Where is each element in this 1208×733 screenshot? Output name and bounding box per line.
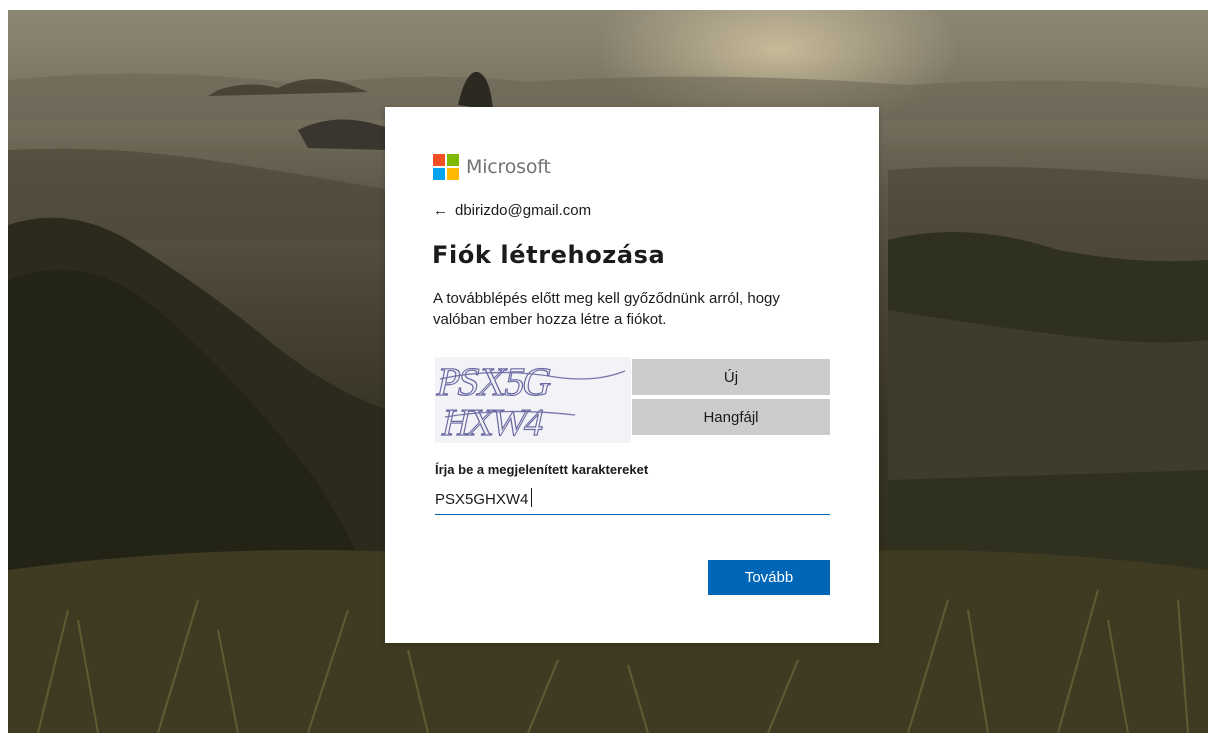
captcha-line2: HXW4 xyxy=(439,402,548,443)
captcha-input[interactable] xyxy=(435,484,830,515)
arrow-left-icon: ← xyxy=(433,202,448,219)
microsoft-logo: Microsoft xyxy=(433,153,551,181)
microsoft-windows-icon xyxy=(433,154,459,180)
signup-card: Microsoft ← dbirizdo@gmail.com Fiók létr… xyxy=(385,107,879,643)
audio-captcha-button[interactable]: Hangfájl xyxy=(632,399,830,435)
brand-name: Microsoft xyxy=(466,156,551,178)
captcha-input-label: Írja be a megjelenített karaktereket xyxy=(435,462,649,477)
identity-back-link[interactable]: ← dbirizdo@gmail.com xyxy=(433,202,591,219)
account-email: dbirizdo@gmail.com xyxy=(455,202,592,219)
captcha-line1: PSX5G xyxy=(435,359,556,404)
page: Microsoft ← dbirizdo@gmail.com Fiók létr… xyxy=(0,0,1208,733)
description-text: A továbblépés előtt meg kell győződnünk … xyxy=(433,290,780,328)
logo-blue-square xyxy=(433,168,445,180)
logo-green-square xyxy=(447,154,459,166)
logo-yellow-square xyxy=(447,168,459,180)
new-captcha-button[interactable]: Új xyxy=(632,359,830,395)
text-caret xyxy=(531,488,532,507)
captcha-image: PSX5G HXW4 xyxy=(432,357,631,445)
next-button[interactable]: Tovább xyxy=(708,560,830,595)
page-title: Fiók létrehozása xyxy=(432,241,666,269)
logo-red-square xyxy=(433,154,445,166)
